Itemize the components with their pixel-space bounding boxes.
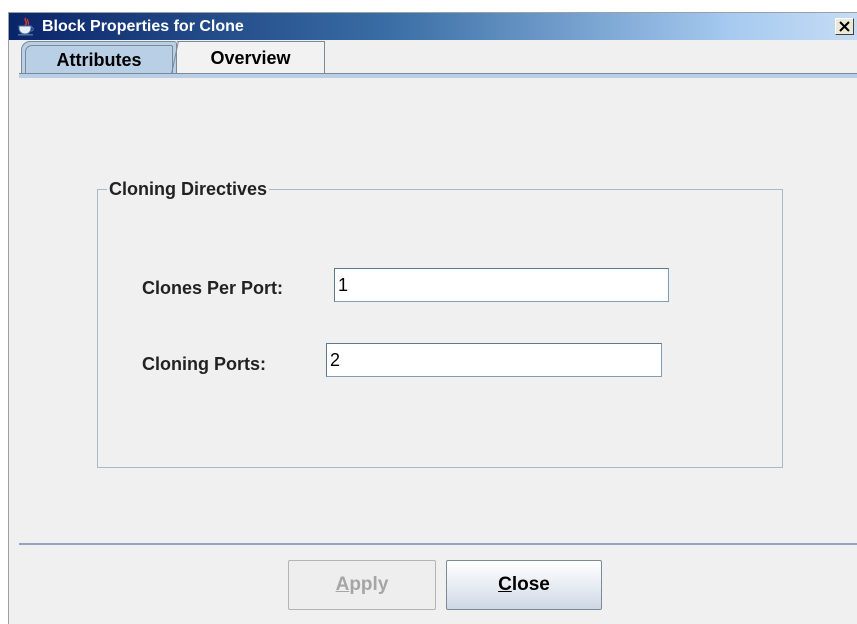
apply-mnemonic: A	[335, 574, 350, 595]
clones-per-port-label: Clones Per Port:	[142, 278, 284, 298]
close-mnemonic: C	[498, 574, 512, 595]
close-button[interactable]: Close	[446, 560, 602, 610]
close-label: lose	[511, 574, 550, 595]
cloning-ports-label: Cloning Ports:	[142, 354, 266, 374]
java-coffee-cup-icon	[17, 17, 35, 36]
tab-attributes-label: Attributes	[56, 49, 142, 70]
apply-button[interactable]: Apply	[288, 560, 436, 610]
window-title: Block Properties for Clone	[42, 18, 244, 35]
block-properties-dialog: Block Properties for Clone Attributes Ov…	[8, 12, 857, 624]
tab-overview[interactable]: Overview	[177, 41, 325, 74]
title-bar[interactable]: Block Properties for Clone	[9, 13, 857, 40]
group-title: Cloning Directives	[107, 178, 270, 200]
cloning-directives-group	[97, 189, 783, 468]
close-icon[interactable]	[835, 18, 854, 35]
tab-attributes[interactable]: Attributes	[21, 41, 177, 74]
cloning-ports-input[interactable]	[326, 343, 662, 377]
clones-per-port-input[interactable]	[334, 268, 669, 302]
apply-label: pply	[349, 574, 389, 595]
tab-overview-label: Overview	[210, 47, 291, 68]
